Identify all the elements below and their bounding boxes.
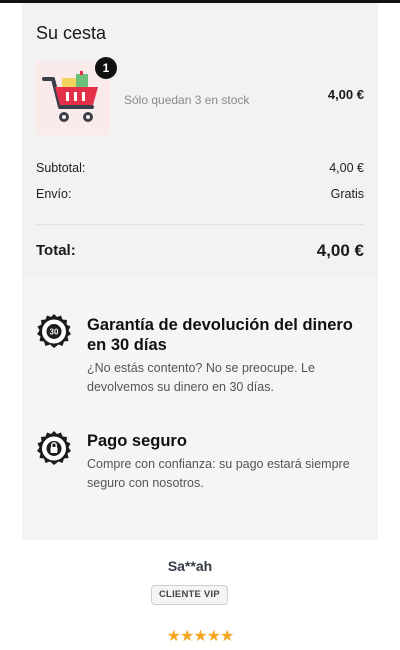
shipping-label: Envío:: [36, 187, 72, 201]
star-rating: ★★★★★: [0, 626, 400, 646]
shipping-value: Gratis: [330, 187, 364, 201]
guarantee-text: ¿No estás contento? No se preocupe. Le d…: [87, 361, 315, 394]
reviewer-name: Sa**ah: [167, 558, 213, 574]
summary-divider: [36, 224, 364, 225]
secure-payment-title: Pago seguro: [87, 432, 187, 450]
subtotal-value: 4,00 €: [329, 161, 364, 175]
cart-summary-section: [22, 3, 378, 277]
guarantee-title: Garantía de devolución del dinero en 30 …: [87, 316, 353, 354]
secure-payment-text: Compre con confianza: su pago estará sie…: [87, 457, 350, 490]
star-rating-icons: ★★★★★: [166, 628, 235, 645]
stock-note: Sólo quedan 3 en stock: [124, 93, 250, 107]
vip-customer-badge: CLIENTE VIP: [151, 585, 228, 605]
item-price: 4,00 €: [327, 87, 364, 102]
total-label: Total:: [36, 242, 76, 259]
quantity-badge: 1: [95, 57, 117, 79]
money-back-guarantee-seal-icon: 30: [37, 314, 71, 348]
total-value: 4,00 €: [316, 241, 364, 260]
subtotal-label: Subtotal:: [36, 161, 86, 175]
seal-number: 30: [50, 328, 59, 337]
cart-title: Su cesta: [36, 23, 107, 43]
secure-checkout-lock-seal-icon: [37, 431, 71, 465]
customer-review-card: Sa**ah CLIENTE VIP ★★★★★: [0, 540, 400, 650]
